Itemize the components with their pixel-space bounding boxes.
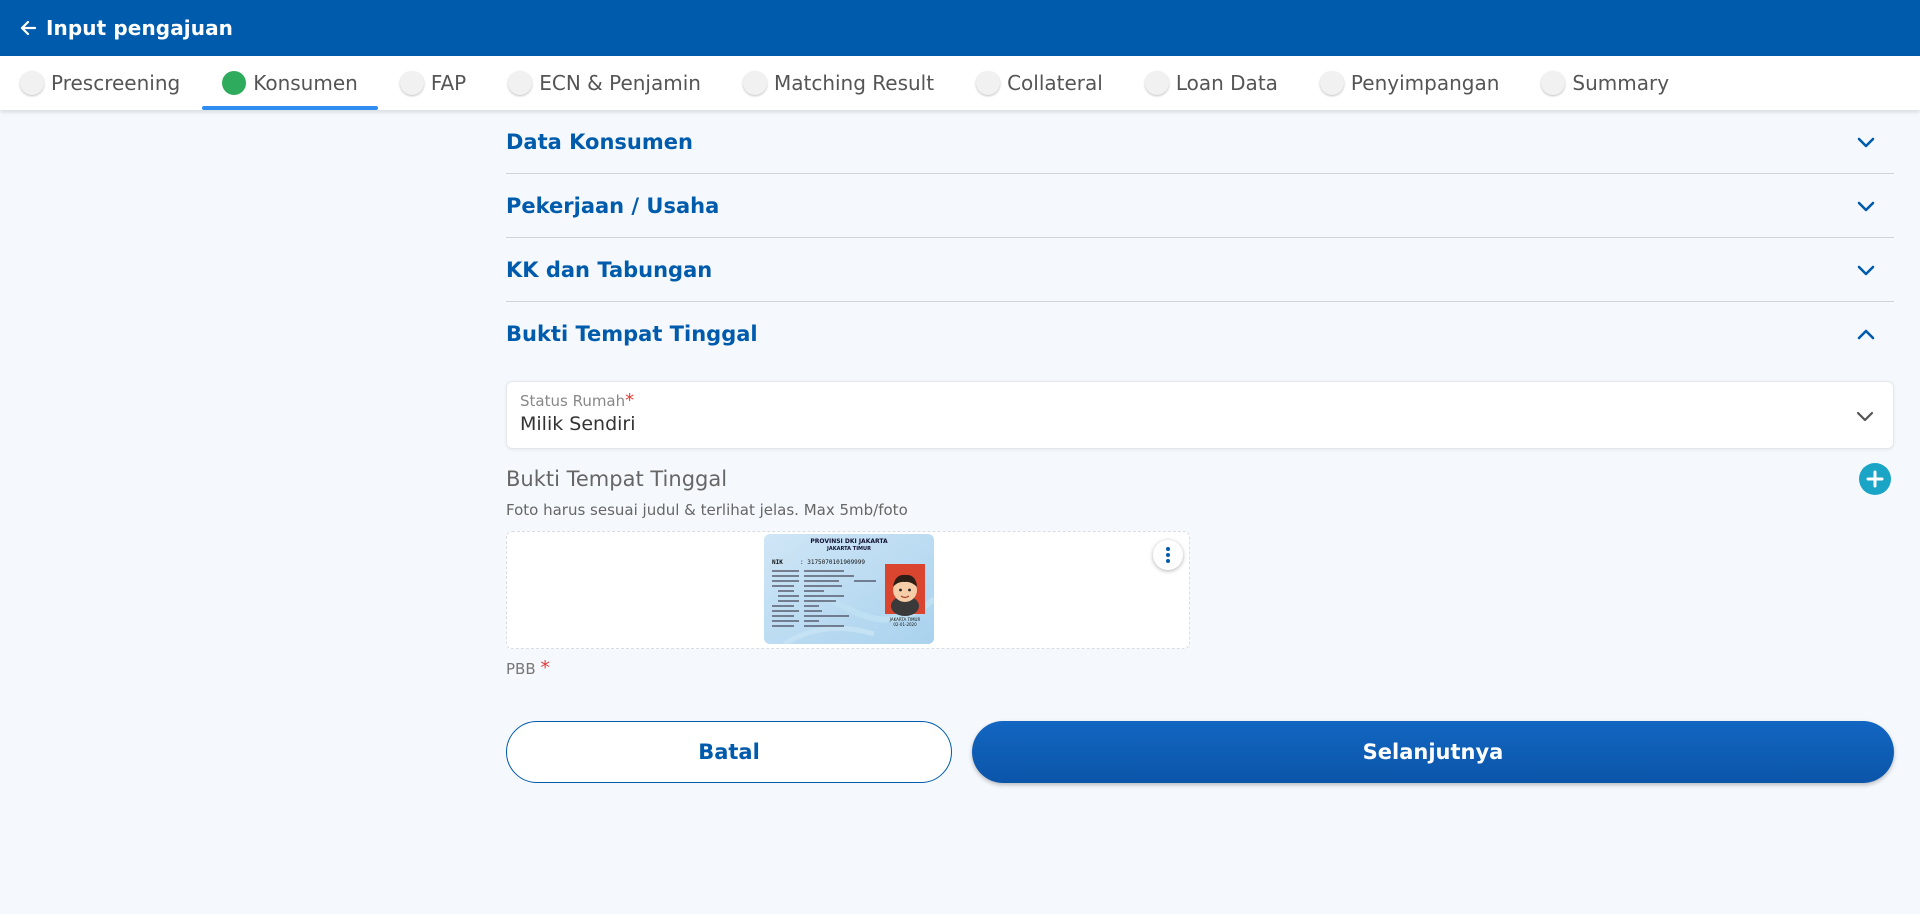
section-title: Data Konsumen [506, 129, 693, 154]
photo-upload-area[interactable]: PROVINSI DKI JAKARTA JAKARTA TIMUR NIK :… [506, 531, 1190, 649]
step-dot-icon [1144, 71, 1169, 95]
tab-label: Konsumen [253, 71, 358, 95]
field-label: PBB [506, 660, 536, 678]
tab-label: Loan Data [1175, 71, 1278, 95]
step-dot-icon [976, 71, 1001, 95]
tab-label: Summary [1572, 71, 1670, 95]
section-data-konsumen[interactable]: Data Konsumen [506, 110, 1894, 174]
section-pekerjaan-usaha[interactable]: Pekerjaan / Usaha [506, 174, 1894, 238]
field-label: Status Rumah [520, 392, 626, 410]
chevron-down-icon [1857, 137, 1875, 147]
chevron-down-icon [1857, 201, 1875, 211]
step-dot-icon [20, 71, 44, 95]
tab-label: Collateral [1007, 71, 1103, 95]
next-button[interactable]: Selanjutnya [972, 721, 1894, 783]
top-app-bar: Input pengajuan [0, 0, 1920, 56]
step-dot-icon [1541, 71, 1566, 95]
card-header-1: PROVINSI DKI JAKARTA [810, 538, 888, 545]
required-mark: * [625, 390, 635, 411]
plus-circle-icon[interactable] [1859, 463, 1891, 495]
status-rumah-label: Status Rumah* [520, 390, 1880, 411]
chevron-up-icon [1857, 329, 1875, 340]
tab-label: Prescreening [51, 71, 181, 95]
chevron-down-icon [1856, 411, 1874, 422]
card-nik-value: : 3175070101909999 [800, 559, 865, 566]
more-vertical-icon[interactable] [1153, 540, 1183, 570]
tab-loan-data[interactable]: Loan Data [1144, 56, 1298, 110]
tab-label: FAP [430, 71, 467, 95]
status-rumah-select[interactable]: Status Rumah* Milik Sendiri [506, 381, 1894, 449]
tab-summary[interactable]: Summary [1541, 56, 1689, 110]
section-title: KK dan Tabungan [506, 257, 713, 282]
form-content: Data Konsumen Pekerjaan / Usaha KK dan T… [506, 110, 1894, 679]
tab-fap[interactable]: FAP [399, 56, 486, 110]
tab-konsumen[interactable]: Konsumen [202, 56, 378, 110]
section-title: Pekerjaan / Usaha [506, 193, 720, 218]
card-date: 02-01-2020 [893, 622, 917, 627]
status-rumah-value: Milik Sendiri [520, 413, 636, 435]
page-title: Input pengajuan [46, 16, 234, 40]
upload-title: Bukti Tempat Tinggal [506, 467, 728, 491]
upload-header: Bukti Tempat Tinggal [506, 463, 1894, 495]
cancel-button[interactable]: Batal [506, 721, 952, 783]
tab-label: Matching Result [773, 71, 935, 95]
tab-collateral[interactable]: Collateral [976, 56, 1123, 110]
step-dot-icon [399, 71, 424, 95]
tab-ecn-penjamin[interactable]: ECN & Penjamin [508, 56, 721, 110]
arrow-left-icon[interactable] [18, 18, 38, 38]
step-dot-icon [1319, 71, 1344, 95]
tab-label: Penyimpangan [1350, 71, 1500, 95]
tab-prescreening[interactable]: Prescreening [20, 56, 200, 110]
section-title: Bukti Tempat Tinggal [506, 322, 758, 346]
tab-penyimpangan[interactable]: Penyimpangan [1319, 56, 1519, 110]
ktp-photo-thumbnail[interactable]: PROVINSI DKI JAKARTA JAKARTA TIMUR NIK :… [764, 534, 934, 644]
step-dot-active-icon [222, 71, 247, 95]
card-header-2: JAKARTA TIMUR [826, 546, 871, 552]
required-mark: * [540, 657, 550, 679]
tab-matching-result[interactable]: Matching Result [742, 56, 954, 110]
step-tabs: Prescreening Konsumen FAP ECN & Penjamin… [0, 56, 1920, 110]
tab-label: ECN & Penjamin [539, 71, 701, 95]
step-dot-icon [742, 71, 767, 95]
pbb-label: PBB * [506, 657, 1894, 679]
form-actions: Batal Selanjutnya [506, 721, 1894, 783]
card-nik-label: NIK [772, 559, 783, 566]
step-dot-icon [508, 71, 533, 95]
upload-hint: Foto harus sesuai judul & terlihat jelas… [506, 501, 908, 519]
section-bukti-tempat-tinggal[interactable]: Bukti Tempat Tinggal [506, 302, 1894, 366]
section-kk-tabungan[interactable]: KK dan Tabungan [506, 238, 1894, 302]
chevron-down-icon [1857, 265, 1875, 275]
